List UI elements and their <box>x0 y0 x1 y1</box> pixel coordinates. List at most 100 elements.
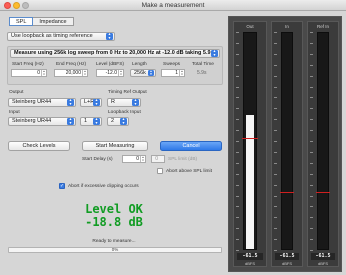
input-channel-select[interactable]: 1 ▲ ▼ <box>80 117 102 126</box>
meter-out: Out -61.5 dBFS <box>233 21 267 267</box>
chevron-updown-icon: ▲ ▼ <box>120 117 127 125</box>
check-levels-button[interactable]: Check Levels <box>8 141 70 151</box>
start-freq-value: 0 <box>37 70 40 76</box>
meter-ref-in-unit: dBFS <box>317 261 328 266</box>
start-delay-value: 0 <box>136 156 139 162</box>
sweep-description-select[interactable]: Measure using 256k log sweep from 0 Hz t… <box>10 49 220 58</box>
meter-in-unit: dBFS <box>281 261 292 266</box>
meter-scale-tick <box>310 141 313 142</box>
input-device-select[interactable]: Steinberg UR44 ▲ ▼ <box>8 117 76 126</box>
loopback-input-label: Loopback Input <box>108 110 141 115</box>
meter-scale-tick <box>310 217 313 219</box>
output-device-select[interactable]: Steinberg UR44 ▲ ▼ <box>8 98 76 107</box>
end-freq-field[interactable]: 20,000 ▲ ▼ <box>54 69 88 77</box>
chevron-updown-icon: ▲ ▼ <box>93 117 100 125</box>
sweeps-field[interactable]: 1 ▲ ▼ <box>161 69 185 77</box>
timing-reference-value: Use loopback as timing reference <box>11 33 93 39</box>
chevron-updown-icon: ▲ ▼ <box>148 69 154 76</box>
end-freq-value: 20,000 <box>65 70 81 76</box>
meter-out-peak-marker <box>242 137 258 139</box>
meter-out-value: -61.5 <box>237 253 263 260</box>
timing-reference-select[interactable]: Use loopback as timing reference ▲ ▼ <box>7 32 115 41</box>
tab-impedance[interactable]: Impedance <box>33 17 74 26</box>
meter-scale-tick <box>236 195 239 197</box>
meter-scale-tick <box>236 97 239 99</box>
meter-scale-tick <box>274 250 277 251</box>
start-delay-field[interactable]: 0 ▲ ▼ <box>122 155 146 163</box>
meter-scale-tick <box>310 184 313 186</box>
meter-ref-in-peak-marker <box>316 191 330 193</box>
start-measuring-button[interactable]: Start Measuring <box>82 141 148 151</box>
meter-scale <box>236 32 240 251</box>
meter-out-track <box>242 32 258 250</box>
abort-spl-label: Abort above SPL limit <box>166 169 212 174</box>
stepper-icon[interactable]: ▲ ▼ <box>41 70 46 76</box>
meter-scale-tick <box>236 86 239 88</box>
meter-scale-tick <box>236 184 239 186</box>
meter-scale-tick <box>274 162 277 164</box>
total-time-value: 5.9s <box>197 70 207 76</box>
output-device-value: Steinberg UR44 <box>12 99 52 105</box>
meter-scale-tick <box>236 162 239 164</box>
meter-scale-tick <box>274 64 277 66</box>
input-label: Input <box>9 110 20 115</box>
timing-ref-output-select[interactable]: R ▲ ▼ <box>107 98 141 107</box>
meter-ref-in-track <box>316 32 330 250</box>
meter-scale-tick <box>274 130 277 132</box>
tab-spl[interactable]: SPL <box>9 17 34 26</box>
timing-ref-output-value: R <box>111 99 115 105</box>
meter-scale-tick <box>236 42 239 44</box>
meter-in-label: In <box>285 24 289 29</box>
status-message: Ready to measure... <box>92 239 136 244</box>
stepper-icon[interactable]: ▲ ▼ <box>118 70 123 76</box>
meter-scale-tick <box>236 53 239 55</box>
chevron-updown-icon: ▲ ▼ <box>106 32 113 40</box>
meter-scale-tick <box>274 42 277 44</box>
meter-ref-in: Ref In -61.5 dBFS <box>307 21 339 267</box>
cancel-button[interactable]: Cancel <box>160 141 222 151</box>
level-value-display: -18.8 dB <box>85 215 143 229</box>
start-freq-field[interactable]: 0 ▲ ▼ <box>11 69 47 77</box>
output-channel-select[interactable]: L+R ▲ ▼ <box>80 98 102 107</box>
meter-ref-in-label: Ref In <box>316 24 329 29</box>
meter-scale-tick <box>274 206 277 208</box>
level-field[interactable]: -12.0 ▲ ▼ <box>96 69 124 77</box>
chevron-updown-icon: ▲ ▼ <box>93 98 100 106</box>
meter-scale-tick <box>236 151 239 153</box>
meter-scale-tick <box>274 195 277 197</box>
meter-out-label: Out <box>246 24 254 29</box>
sweeps-label: Sweeps <box>163 62 181 67</box>
meter-scale-tick <box>236 108 239 110</box>
input-device-value: Steinberg UR44 <box>12 118 52 124</box>
abort-clipping-label: Abort if excessive clipping occurs <box>68 184 139 189</box>
abort-spl-checkbox[interactable] <box>157 168 163 174</box>
progress-bar: 0% <box>8 247 222 253</box>
meter-scale-tick <box>310 151 313 153</box>
length-select[interactable]: 256k ▲ ▼ <box>130 69 156 77</box>
meter-scale-tick <box>310 239 313 241</box>
stepper-icon[interactable]: ▲ ▼ <box>140 156 145 162</box>
abort-clipping-checkbox[interactable]: ✓ <box>59 183 65 189</box>
stepper-icon[interactable]: ▲ ▼ <box>82 70 87 76</box>
meter-scale-tick <box>236 206 239 208</box>
meter-in-peak-marker <box>280 191 294 193</box>
meter-scale-tick <box>310 97 313 99</box>
meter-scale-tick <box>310 86 313 88</box>
level-value: -12.0 <box>105 70 117 76</box>
length-label: Length <box>132 62 147 67</box>
stepper-icon[interactable]: ▲ ▼ <box>179 70 184 76</box>
chevron-updown-icon: ▲ ▼ <box>67 98 74 106</box>
start-delay-label: Start Delay (s) <box>82 157 113 162</box>
spl-limit-field[interactable]: 0 <box>151 155 165 163</box>
meter-scale-tick <box>274 97 277 99</box>
meter-scale-tick <box>274 53 277 55</box>
meter-scale <box>310 32 314 251</box>
meter-scale-tick <box>310 130 313 132</box>
chevron-updown-icon: ▲ ▼ <box>67 117 74 125</box>
loopback-input-select[interactable]: 2 ▲ ▼ <box>107 117 129 126</box>
meter-scale-tick <box>274 108 277 110</box>
progress-text: 0% <box>111 247 119 252</box>
meter-scale-tick <box>310 53 313 55</box>
meter-scale-tick <box>236 228 239 230</box>
meter-scale-tick <box>236 119 239 121</box>
